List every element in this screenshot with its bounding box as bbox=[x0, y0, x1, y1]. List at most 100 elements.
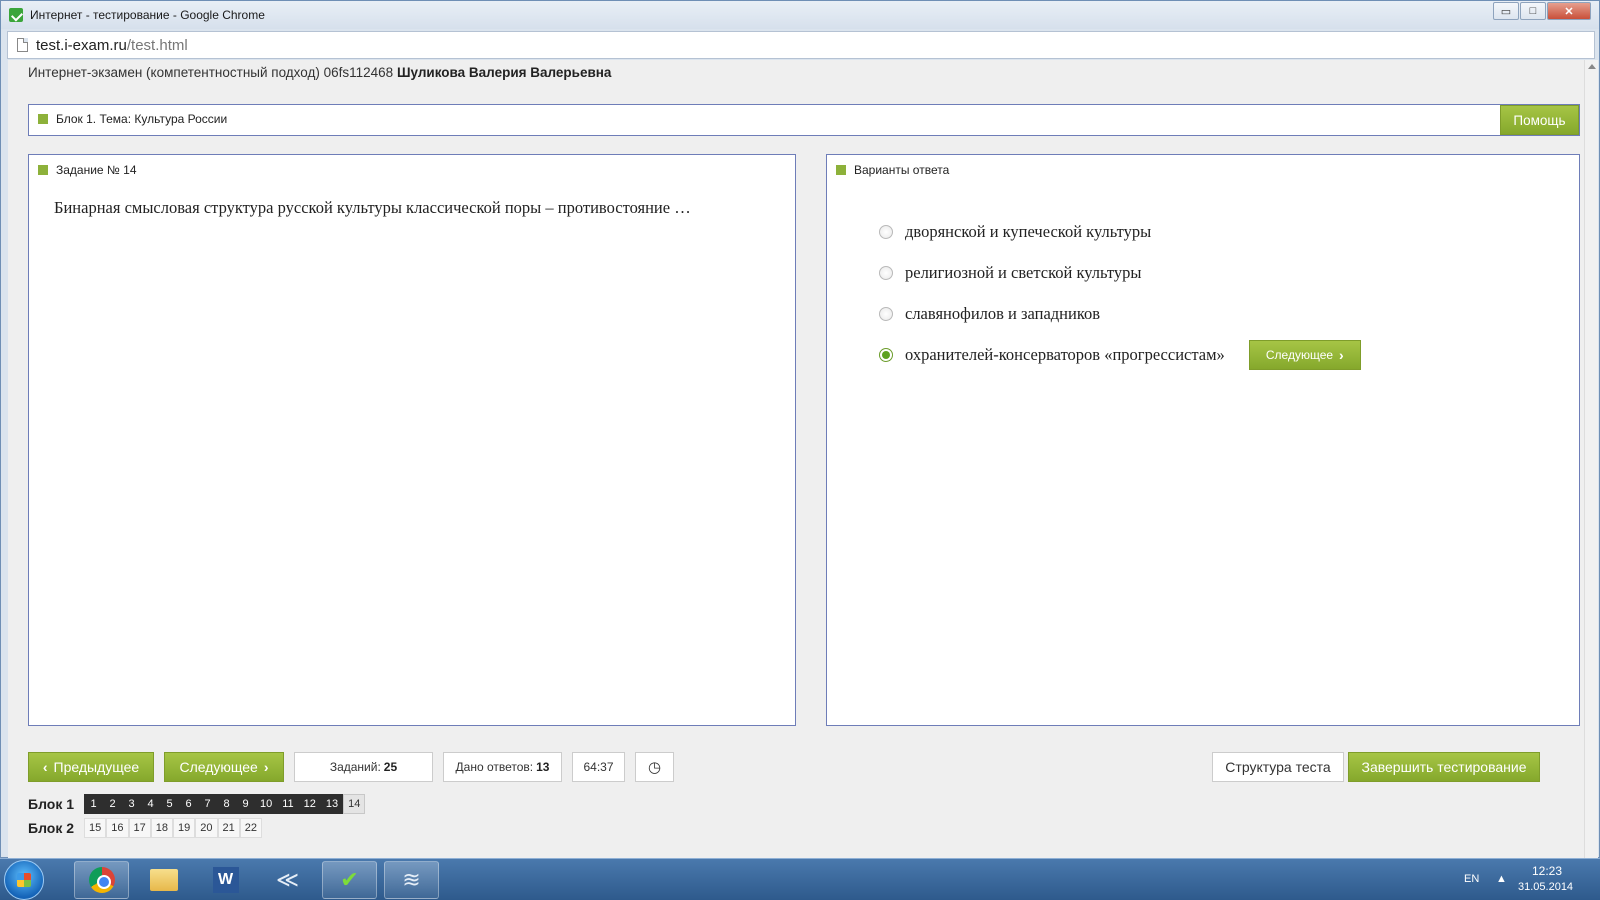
question-cell[interactable]: 10 bbox=[255, 794, 278, 814]
minimize-button[interactable]: ▭ bbox=[1493, 2, 1519, 20]
url-host: test.i-exam.ru bbox=[36, 37, 127, 54]
clock-icon[interactable]: ◷ bbox=[635, 752, 674, 782]
app-icon: ≪ bbox=[275, 867, 300, 892]
taskbar-word[interactable]: W bbox=[198, 861, 253, 899]
student-name: Шуликова Валерия Валерьевна bbox=[396, 65, 612, 80]
block-2-cells: 15 16 17 18 19 20 21 22 bbox=[84, 818, 262, 838]
question-cell[interactable]: 20 bbox=[195, 818, 218, 838]
next-button[interactable]: Следующее › bbox=[164, 752, 284, 782]
question-cell[interactable]: 15 bbox=[84, 818, 107, 838]
question-cell[interactable]: 19 bbox=[173, 818, 196, 838]
question-text: Бинарная смысловая структура русской кул… bbox=[54, 198, 691, 217]
block-row-1: Блок 1 1 2 3 4 5 6 7 8 9 10 11 12 13 14 bbox=[28, 792, 366, 816]
question-number: Задание № 14 bbox=[56, 163, 137, 177]
radio-button[interactable] bbox=[879, 306, 893, 321]
question-cell[interactable]: 8 bbox=[217, 794, 236, 814]
answers-title: Варианты ответа bbox=[854, 163, 950, 177]
answer-option-1[interactable]: дворянской и купеческой культуры bbox=[879, 211, 1361, 252]
question-header: Задание № 14 bbox=[38, 163, 137, 177]
timer: 64:37 bbox=[572, 752, 625, 782]
chrome-icon bbox=[88, 867, 115, 893]
topic-bar: Блок 1. Тема: Культура России Помощь bbox=[28, 104, 1580, 136]
test-structure-button[interactable]: Структура теста bbox=[1212, 752, 1344, 782]
answer-label[interactable]: славянофилов и западников bbox=[905, 304, 1100, 324]
taskbar-explorer[interactable] bbox=[136, 861, 191, 899]
previous-label: Предыдущее bbox=[53, 759, 140, 775]
maximize-button[interactable]: □ bbox=[1520, 2, 1546, 20]
block-row-2: Блок 2 15 16 17 18 19 20 21 22 bbox=[28, 816, 365, 840]
question-cell[interactable]: 1 bbox=[84, 794, 103, 814]
question-cell[interactable]: 22 bbox=[239, 818, 262, 838]
tasks-counter: Заданий: 25 bbox=[294, 752, 433, 782]
answers-panel: Варианты ответа дворянской и купеческой … bbox=[826, 154, 1580, 726]
page-icon bbox=[17, 38, 28, 52]
previous-button[interactable]: ‹ Предыдущее bbox=[28, 752, 154, 782]
question-cell[interactable]: 21 bbox=[217, 818, 240, 838]
close-button[interactable]: ✕ bbox=[1547, 2, 1591, 20]
url-path: /test.html bbox=[126, 37, 188, 54]
green-square-icon bbox=[38, 114, 48, 124]
next-inline-label: Следующее bbox=[1265, 347, 1334, 362]
window-controls: ▭ □ ✕ bbox=[1493, 2, 1591, 20]
answer-label[interactable]: религиозной и светской культуры bbox=[905, 263, 1141, 283]
block-navigator: Блок 1 1 2 3 4 5 6 7 8 9 10 11 12 13 14 Блок 2 15 16 17… bbox=[28, 792, 366, 840]
question-cell[interactable]: 2 bbox=[103, 794, 122, 814]
wireless-icon: ≋ bbox=[402, 867, 421, 892]
answers-count-label: Дано ответов: bbox=[455, 760, 534, 774]
taskbar: W ≪ ✔ ≋ EN ▲ 12:23 31.05.2014 bbox=[0, 858, 1600, 900]
question-cell[interactable]: 7 bbox=[198, 794, 217, 814]
radio-button[interactable] bbox=[879, 265, 893, 280]
topic-label: Блок 1. Тема: Культура России bbox=[56, 112, 228, 126]
question-cell[interactable]: 11 bbox=[277, 794, 299, 814]
taskbar-exam-app[interactable]: ✔ bbox=[322, 861, 377, 899]
title-bar: Интернет - тестирование - Google Chrome … bbox=[1, 1, 1599, 29]
answer-options: дворянской и купеческой культуры религио… bbox=[879, 211, 1361, 375]
next-inline-button[interactable]: Следующее › bbox=[1248, 339, 1361, 370]
answers-header: Варианты ответа bbox=[836, 163, 949, 177]
taskbar-chrome[interactable] bbox=[74, 861, 129, 899]
answer-label[interactable]: охранителей-консерваторов «прогрессистам… bbox=[905, 345, 1225, 365]
exam-header: Интернет-экзамен (компетентностный подхо… bbox=[28, 65, 611, 80]
clock-time[interactable]: 12:23 bbox=[1532, 864, 1562, 878]
taskbar-app[interactable]: ≪ bbox=[260, 861, 315, 899]
block-1-cells: 1 2 3 4 5 6 7 8 9 10 11 12 13 14 bbox=[84, 794, 366, 814]
answers-count-value: 13 bbox=[536, 760, 550, 774]
finish-test-button[interactable]: Завершить тестирование bbox=[1348, 752, 1540, 782]
help-button[interactable]: Помощь bbox=[1500, 105, 1579, 135]
answer-option-4[interactable]: охранителей-консерваторов «прогрессистам… bbox=[879, 334, 1361, 375]
scroll-up-icon[interactable] bbox=[1588, 64, 1596, 69]
answer-option-3[interactable]: славянофилов и западников bbox=[879, 293, 1361, 334]
language-indicator[interactable]: EN bbox=[1464, 873, 1479, 885]
question-cell[interactable]: 18 bbox=[150, 818, 173, 838]
taskbar-network-app[interactable]: ≋ bbox=[384, 861, 439, 899]
vertical-scrollbar[interactable] bbox=[1584, 60, 1598, 858]
exam-page: Интернет-экзамен (компетентностный подхо… bbox=[8, 60, 1584, 858]
start-button[interactable] bbox=[4, 860, 44, 900]
url-text[interactable]: test.i-exam.ru/test.html bbox=[36, 37, 188, 54]
question-panel: Задание № 14 Бинарная смысловая структур… bbox=[28, 154, 796, 726]
question-cell[interactable]: 6 bbox=[179, 794, 198, 814]
question-cell[interactable]: 12 bbox=[298, 794, 321, 814]
window-title: Интернет - тестирование - Google Chrome bbox=[30, 8, 265, 22]
question-cell[interactable]: 14 bbox=[343, 794, 366, 814]
question-cell[interactable]: 5 bbox=[160, 794, 179, 814]
answer-option-2[interactable]: религиозной и светской культуры bbox=[879, 252, 1361, 293]
question-cell[interactable]: 16 bbox=[106, 818, 129, 838]
address-bar[interactable]: test.i-exam.ru/test.html bbox=[7, 31, 1595, 59]
question-cell[interactable]: 4 bbox=[141, 794, 160, 814]
folder-icon bbox=[149, 869, 178, 891]
exam-title: Интернет-экзамен (компетентностный подхо… bbox=[28, 65, 394, 80]
question-cell[interactable]: 3 bbox=[122, 794, 141, 814]
radio-button-selected[interactable] bbox=[879, 347, 893, 362]
clock-date[interactable]: 31.05.2014 bbox=[1518, 881, 1573, 893]
radio-button[interactable] bbox=[879, 224, 893, 239]
tray-expand-icon[interactable]: ▲ bbox=[1496, 873, 1507, 885]
answer-label[interactable]: дворянской и купеческой культуры bbox=[905, 222, 1151, 242]
word-icon: W bbox=[212, 867, 239, 893]
question-cell[interactable]: 17 bbox=[128, 818, 151, 838]
tasks-label: Заданий: bbox=[329, 760, 381, 774]
question-cell[interactable]: 13 bbox=[320, 794, 344, 814]
answers-counter: Дано ответов: 13 bbox=[443, 752, 562, 782]
green-square-icon bbox=[836, 165, 846, 175]
question-cell[interactable]: 9 bbox=[236, 794, 255, 814]
